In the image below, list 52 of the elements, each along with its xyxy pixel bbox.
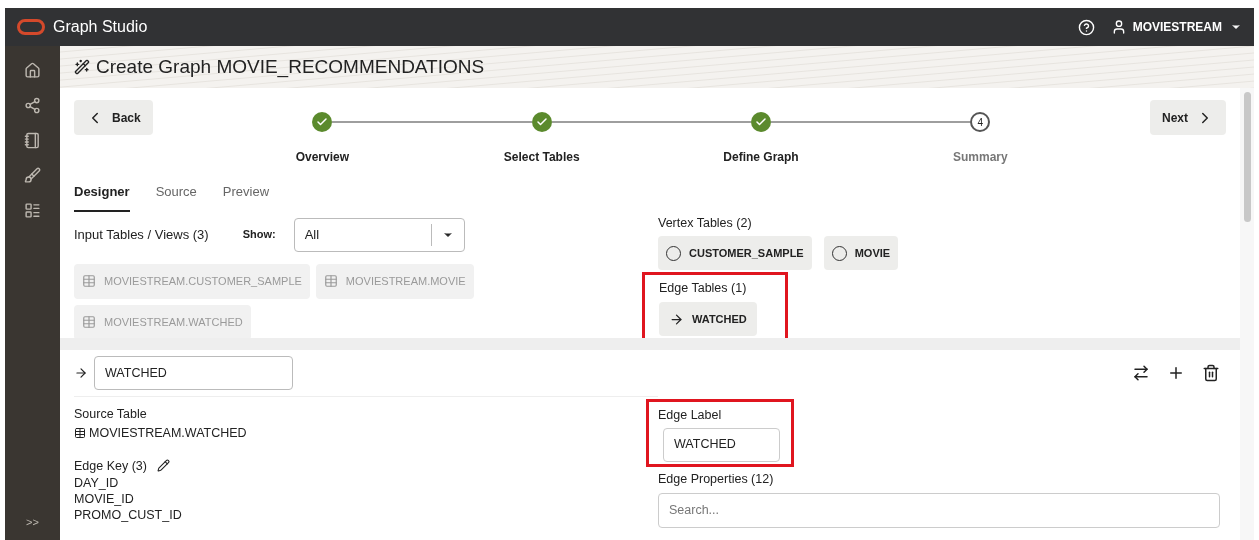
swap-icon[interactable] — [1132, 364, 1150, 382]
section-heading: Edge Key (3) — [74, 457, 147, 475]
section-heading: Edge Tables (1) — [659, 280, 748, 298]
edge-key: DAY_ID — [74, 475, 658, 492]
list-icon[interactable] — [24, 202, 41, 219]
edit-icon[interactable] — [156, 459, 170, 473]
notebook-icon[interactable] — [24, 132, 41, 149]
section-heading: Vertex Tables (2) — [658, 214, 753, 232]
arrow-icon — [74, 366, 88, 380]
logo-icon — [17, 19, 45, 35]
next-button[interactable]: Next — [1150, 100, 1226, 135]
user-menu[interactable]: MOVIESTREAM — [1132, 18, 1222, 36]
section-heading: Edge Label — [658, 407, 723, 424]
table-icon — [82, 274, 96, 288]
app-title: Graph Studio — [53, 17, 148, 37]
help-icon[interactable] — [1077, 18, 1095, 36]
section-heading: Source Table — [74, 406, 148, 423]
show-label: Show: — [242, 227, 276, 243]
edge-key: MOVIE_ID — [74, 491, 658, 508]
edge-name-field[interactable]: WATCHED — [94, 356, 293, 390]
scrollbar-thumb[interactable] — [1243, 92, 1251, 222]
vertex-table-chip[interactable]: MOVIE — [823, 236, 899, 271]
table-icon — [323, 274, 338, 288]
table-icon — [74, 427, 86, 440]
source-table: MOVIESTREAM.WATCHED — [89, 423, 247, 443]
home-icon[interactable] — [24, 62, 41, 79]
step-number: 4 — [970, 112, 991, 132]
tab[interactable]: Source — [155, 182, 197, 212]
search-field[interactable]: Search... — [658, 492, 1220, 528]
step-label: Define Graph — [723, 149, 799, 166]
edge-key: PROMO_CUST_ID — [74, 507, 658, 524]
arrow-icon — [669, 311, 684, 327]
step-label: Select Tables — [503, 149, 580, 166]
add-icon[interactable] — [1167, 364, 1185, 382]
edge-label-field[interactable]: WATCHED — [663, 427, 780, 462]
tab[interactable]: Preview — [222, 182, 270, 212]
show-select[interactable]: All — [293, 217, 465, 252]
back-button[interactable]: Back — [74, 100, 153, 135]
brush-icon[interactable] — [24, 167, 41, 184]
section-heading: Input Tables / Views (3) — [74, 225, 209, 244]
edge-table-chip[interactable]: WATCHED — [659, 302, 757, 336]
step-label: Overview — [295, 149, 350, 166]
page-title: Create Graph MOVIE_RECOMMENDATIONS — [96, 54, 485, 80]
wand-icon — [74, 59, 90, 75]
step-label: Summary — [953, 149, 1008, 166]
tab[interactable]: Designer — [74, 182, 130, 212]
table-icon — [82, 315, 96, 329]
graph-icon[interactable] — [24, 97, 41, 114]
expand-sidebar-button[interactable]: >> — [26, 513, 39, 530]
delete-icon[interactable] — [1202, 364, 1220, 382]
vertex-table-chip[interactable]: CUSTOMER_SAMPLE — [658, 236, 812, 271]
section-heading: Edge Properties (12) — [658, 470, 775, 488]
